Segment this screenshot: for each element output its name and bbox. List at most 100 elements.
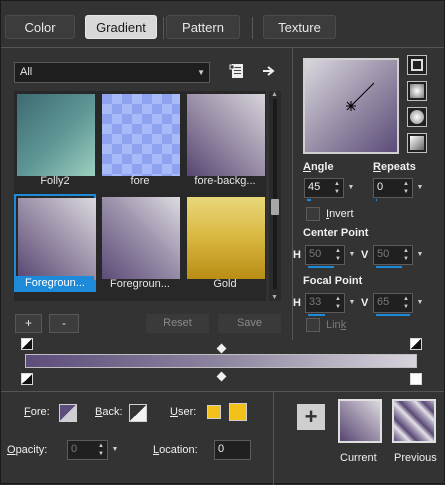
- arrow-right-icon[interactable]: [259, 61, 279, 81]
- swatch-preview: [102, 197, 180, 279]
- chevron-down-icon: ▼: [197, 68, 205, 77]
- spin-arrows-icon[interactable]: ▲ ▼: [401, 295, 411, 311]
- opacity-midpoint-marker[interactable]: [216, 343, 227, 354]
- chevron-down-icon[interactable]: ▼: [346, 294, 358, 312]
- center-h-field[interactable]: 50 ▲ ▼ ▼: [305, 245, 355, 268]
- fore-label: Fore:: [24, 406, 50, 418]
- back-color-stop-icon[interactable]: [410, 373, 422, 385]
- spin-arrows-icon[interactable]: ▲ ▼: [333, 247, 343, 263]
- repeats-value: 0: [377, 181, 384, 193]
- swatch-folly2[interactable]: Folly2: [14, 91, 96, 189]
- spin-arrows-icon[interactable]: ▲ ▼: [401, 180, 411, 196]
- chevron-down-icon[interactable]: ▼: [109, 441, 121, 459]
- gradient-swatch-grid: Folly2 fore fore-backg... Foregroun... F…: [14, 91, 266, 301]
- scroll-down-icon[interactable]: ▼: [271, 294, 278, 301]
- center-h-slider[interactable]: [308, 266, 334, 268]
- location-value: 0: [218, 443, 225, 455]
- angle-handle-icon[interactable]: [305, 60, 397, 152]
- invert-label: Invert: [326, 208, 354, 220]
- invert-checkbox[interactable]: [306, 207, 320, 221]
- category-dropdown[interactable]: All ▼: [14, 62, 210, 83]
- repeats-label: Repeats: [373, 161, 416, 173]
- spin-arrows-icon[interactable]: ▲ ▼: [332, 180, 342, 196]
- swatch-label: Folly2: [40, 175, 70, 187]
- current-label: Current: [340, 452, 377, 464]
- user-chip[interactable]: [207, 405, 221, 419]
- swatch-fore-background[interactable]: fore-backg...: [184, 91, 266, 189]
- chevron-down-icon[interactable]: ▼: [414, 179, 426, 197]
- previous-gradient-thumbnail[interactable]: [392, 399, 436, 443]
- angle-value: 45: [308, 181, 321, 193]
- rectangular-style-icon[interactable]: [407, 81, 427, 101]
- back-chip[interactable]: [129, 404, 147, 422]
- current-gradient-thumbnail: [338, 399, 382, 443]
- remove-gradient-button[interactable]: -: [49, 314, 79, 333]
- location-label: Location:: [153, 444, 198, 456]
- swatch-preview: [187, 197, 265, 279]
- chevron-down-icon[interactable]: ▼: [414, 246, 426, 264]
- linear-style-icon[interactable]: [407, 55, 427, 75]
- back-stop-top-icon[interactable]: [410, 338, 422, 350]
- gradient-editor-bar[interactable]: [25, 354, 417, 368]
- reset-button[interactable]: Reset: [146, 314, 209, 333]
- center-v-slider[interactable]: [376, 266, 402, 268]
- back-label: Back:: [95, 406, 123, 418]
- gradient-preview[interactable]: [303, 58, 399, 154]
- tab-texture[interactable]: Texture: [263, 15, 336, 39]
- swatch-preview: [18, 198, 96, 280]
- divider: [1, 391, 444, 392]
- spin-arrows-icon[interactable]: ▲ ▼: [96, 442, 106, 458]
- resource-manager-icon[interactable]: [227, 61, 247, 81]
- scroll-thumb[interactable]: [271, 199, 279, 215]
- focal-v-label: V: [361, 297, 369, 309]
- repeats-field[interactable]: 0 ▲ ▼ ▼: [373, 178, 423, 201]
- repeats-slider[interactable]: [376, 199, 377, 201]
- fore-stop-top-icon[interactable]: [21, 338, 33, 350]
- swatch-label: Foregroun...: [110, 278, 170, 290]
- location-field[interactable]: 0: [214, 440, 251, 460]
- swatch-foreground[interactable]: Foregroun...: [99, 194, 181, 292]
- save-button[interactable]: Save: [218, 314, 281, 333]
- tab-pattern[interactable]: Pattern: [166, 15, 240, 39]
- user-color-swatch[interactable]: [229, 403, 247, 421]
- focal-v-field[interactable]: 65 ▲ ▼ ▼: [373, 293, 423, 316]
- color-midpoint-marker[interactable]: [216, 371, 227, 382]
- scroll-up-icon[interactable]: ▲: [271, 91, 278, 98]
- tab-color[interactable]: Color: [5, 15, 75, 39]
- angle-slider[interactable]: [307, 199, 311, 201]
- swatch-label: Gold: [213, 278, 237, 290]
- opacity-label: Opacity:: [7, 444, 48, 456]
- swatch-preview: [187, 94, 265, 176]
- spin-arrows-icon[interactable]: ▲ ▼: [401, 247, 411, 263]
- divider: [1, 47, 444, 48]
- focal-h-slider[interactable]: [308, 314, 325, 316]
- material-properties-window: Color Gradient Pattern Texture All ▼ Fol…: [0, 0, 445, 485]
- sunburst-style-icon[interactable]: [407, 133, 427, 153]
- opacity-field[interactable]: 0 ▲ ▼ ▼: [67, 440, 118, 460]
- link-checkbox[interactable]: [306, 318, 320, 332]
- tab-gradient[interactable]: Gradient: [85, 15, 157, 39]
- swatch-preview: [102, 94, 180, 176]
- chevron-down-icon[interactable]: ▼: [346, 246, 358, 264]
- fore-chip[interactable]: [59, 404, 77, 422]
- swatch-fore[interactable]: fore: [99, 91, 181, 189]
- focal-v-slider[interactable]: [376, 314, 410, 316]
- angle-label: Angle: [303, 161, 334, 173]
- add-gradient-button[interactable]: +: [15, 314, 42, 333]
- focal-h-field[interactable]: 33 ▲ ▼ ▼: [305, 293, 355, 316]
- focal-v-value: 65: [377, 296, 390, 308]
- angle-field[interactable]: 45 ▲ ▼ ▼: [304, 178, 354, 201]
- user-label: User:: [170, 406, 197, 418]
- radial-style-icon[interactable]: [407, 107, 427, 127]
- chevron-down-icon[interactable]: ▼: [345, 179, 357, 197]
- fore-color-stop-icon[interactable]: [21, 373, 33, 385]
- swatch-gold[interactable]: Gold: [184, 194, 266, 292]
- link-label: Link: [326, 319, 347, 331]
- spin-arrows-icon[interactable]: ▲ ▼: [333, 295, 343, 311]
- add-to-swatches-button[interactable]: +: [297, 404, 325, 430]
- center-v-field[interactable]: 50 ▲ ▼ ▼: [373, 245, 423, 268]
- swatch-foreground-selected[interactable]: Foregroun...: [14, 194, 96, 292]
- chevron-down-icon[interactable]: ▼: [414, 294, 426, 312]
- swatch-scrollbar[interactable]: ▲ ▼: [269, 91, 281, 301]
- swatch-label: fore-backg...: [194, 175, 256, 187]
